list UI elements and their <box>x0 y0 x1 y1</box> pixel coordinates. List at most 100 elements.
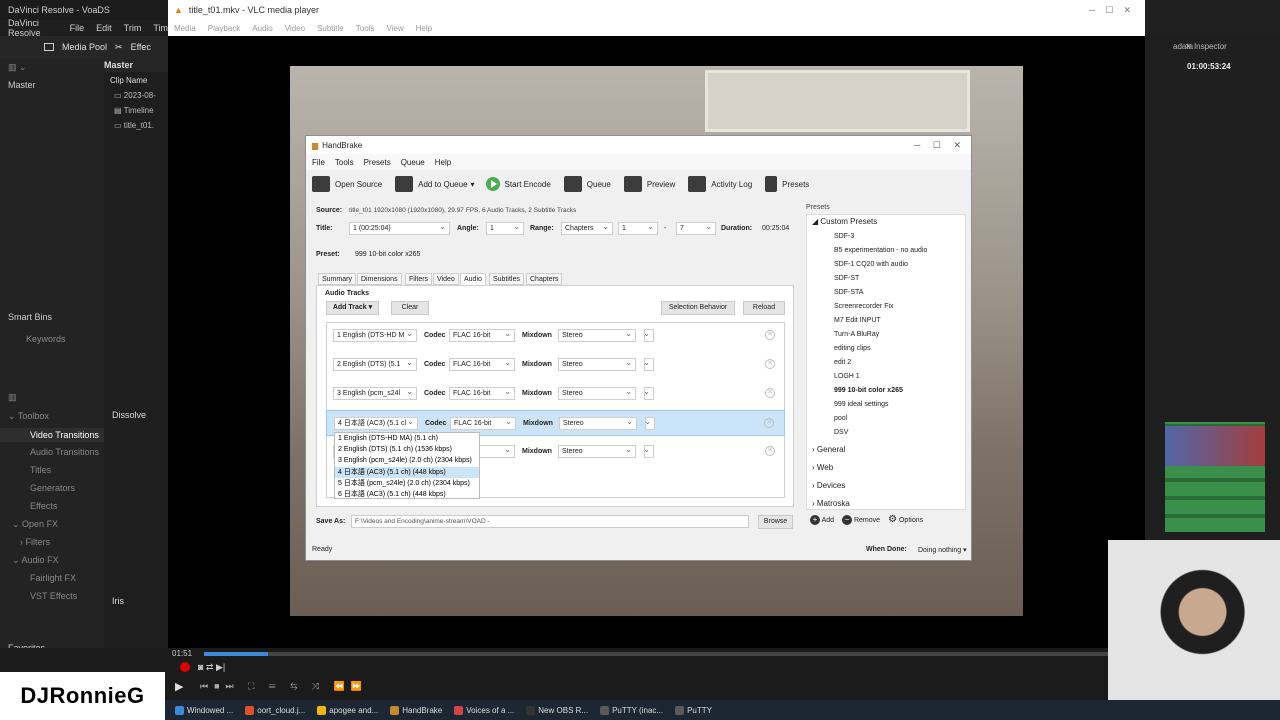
angle-select[interactable]: 1 <box>486 222 524 235</box>
track-codec-select[interactable]: FLAC 16-bit <box>449 358 515 371</box>
preset-item[interactable]: LOGH 1 <box>834 373 860 380</box>
effects-tree-audio-transitions[interactable]: Audio Transitions <box>30 447 99 457</box>
hb-menu-file[interactable]: File <box>312 158 325 167</box>
open-source-button[interactable]: Open Source <box>335 180 382 189</box>
remove-track-icon[interactable]: ✕ <box>765 446 775 456</box>
tab-audio[interactable]: Audio <box>460 273 486 285</box>
effects-tree-effects[interactable]: Effects <box>30 501 57 511</box>
resolve-menu-edit[interactable]: Edit <box>96 23 112 33</box>
tab-filters[interactable]: Filters <box>405 273 433 285</box>
dropdown-option[interactable]: 6 日本語 (AC3) (5.1 ch) (448 kbps) <box>335 489 479 500</box>
tab-video[interactable]: Video <box>433 273 459 285</box>
effects-tree-open-fx[interactable]: ⌄ Open FX <box>12 519 58 530</box>
preset-item[interactable]: pool <box>834 415 847 422</box>
when-done-select[interactable]: Doing nothing ▾ <box>918 546 967 554</box>
start-encode-button[interactable]: Start Encode <box>505 180 551 189</box>
preset-item[interactable]: SDF-3 <box>834 233 854 240</box>
audio-track-row[interactable]: 3 English (pcm_s24l CodecFLAC 16-bit Mixdo… <box>326 381 785 407</box>
handbrake-window-controls[interactable]: ─ ☐ ✕ <box>914 140 961 151</box>
dropdown-option[interactable]: 4 日本語 (AC3) (5.1 ch) (448 kbps) <box>335 466 479 478</box>
track-mixdown-select[interactable]: Stereo <box>559 417 637 430</box>
snapshot-button[interactable]: ◙ ⇄ ▶| <box>198 662 225 673</box>
keywords-bin[interactable]: Keywords <box>26 334 66 344</box>
vlc-menu-playback[interactable]: Playback <box>208 24 240 33</box>
save-as-field[interactable]: F:\Videos and Encoding\anime-stream\VOAD… <box>351 515 749 528</box>
track-mixdown-select[interactable]: Stereo <box>558 445 636 458</box>
clear-button[interactable]: Clear <box>391 301 429 315</box>
tab-dimensions[interactable]: Dimensions <box>357 273 402 285</box>
record-button[interactable] <box>180 662 190 672</box>
resolve-menu-timeline[interactable]: Tim <box>153 23 168 33</box>
add-track-button[interactable]: Add Track ▾ <box>326 301 379 315</box>
preset-item[interactable]: Turn-A BluRay <box>834 331 879 338</box>
taskbar-item[interactable]: New OBS R... <box>523 705 591 715</box>
clip-item[interactable]: ▭ 2023-08- <box>114 91 156 100</box>
inspector-tab[interactable]: ✕ Inspector <box>1185 42 1227 51</box>
play-button[interactable]: ▶ <box>175 680 183 693</box>
preset-item[interactable]: Screenrecorder Fix <box>834 303 894 310</box>
master-bin[interactable]: Master <box>8 80 36 90</box>
effects-tree-video-transitions[interactable]: Video Transitions <box>0 428 104 442</box>
preset-remove-button[interactable]: − Remove <box>842 514 880 525</box>
range-select[interactable]: Chapters <box>561 222 613 235</box>
resolve-menu-trim[interactable]: Trim <box>124 23 142 33</box>
track-expand-toggle[interactable] <box>644 329 654 342</box>
taskbar-item[interactable]: Voices of a ... <box>451 705 517 715</box>
preset-item[interactable]: 999 ideal settings <box>834 401 888 408</box>
effects-button[interactable]: Effec <box>131 42 151 52</box>
preset-item[interactable]: SDF-STA <box>834 289 863 296</box>
hb-menu-presets[interactable]: Presets <box>364 158 391 167</box>
track-codec-select[interactable]: FLAC 16-bit <box>449 387 515 400</box>
remove-track-icon[interactable]: ✕ <box>765 388 775 398</box>
preset-options-button[interactable]: ⚙ Options <box>888 514 923 525</box>
taskbar-item[interactable]: oort_cloud.j... <box>242 705 308 715</box>
hb-menu-help[interactable]: Help <box>435 158 451 167</box>
remove-track-icon[interactable]: ✕ <box>764 418 774 428</box>
hb-menu-tools[interactable]: Tools <box>335 158 354 167</box>
preset-item[interactable]: M7 Edit INPUT <box>834 317 881 324</box>
presets-button[interactable]: Presets <box>782 180 809 189</box>
vlc-menu-help[interactable]: Help <box>416 24 432 33</box>
preset-item[interactable]: SDF-ST <box>834 275 859 282</box>
taskbar-item[interactable]: HandBrake <box>387 705 445 715</box>
track-expand-toggle[interactable] <box>644 387 654 400</box>
audio-track-row[interactable]: 2 English (DTS) (5.1 CodecFLAC 16-bit Mixd… <box>326 352 785 378</box>
effects-tree-vst-effects[interactable]: VST Effects <box>30 591 77 601</box>
toolbox-item[interactable]: ⌄ Toolbox <box>8 411 49 422</box>
effects-tree-fairlight-fx[interactable]: Fairlight FX <box>30 573 76 583</box>
tab-chapters[interactable]: Chapters <box>526 273 563 285</box>
reload-button[interactable]: Reload <box>743 301 785 315</box>
track-source-select[interactable]: 2 English (DTS) (5.1 <box>333 358 417 371</box>
tab-subtitles[interactable]: Subtitles <box>489 273 524 285</box>
track-expand-toggle[interactable] <box>644 358 654 371</box>
vlc-menu-audio[interactable]: Audio <box>252 24 272 33</box>
track-mixdown-select[interactable]: Stereo <box>558 358 636 371</box>
clip-item[interactable]: ▭ title_t01. <box>114 121 154 130</box>
remove-track-icon[interactable]: ✕ <box>765 330 775 340</box>
hb-menu-queue[interactable]: Queue <box>401 158 425 167</box>
range-start-select[interactable]: 1 <box>618 222 658 235</box>
track-expand-toggle[interactable] <box>645 417 655 430</box>
effects-tree-generators[interactable]: Generators <box>30 483 75 493</box>
effects-tree-titles[interactable]: Titles <box>30 465 51 475</box>
preset-group-web[interactable]: › Web <box>812 463 833 472</box>
preset-group-devices[interactable]: › Devices <box>812 481 845 490</box>
selection-behavior-button[interactable]: Selection Behavior <box>661 301 735 315</box>
chevron-down-icon[interactable]: ▾ <box>471 180 475 189</box>
panel-toggle-icon-2[interactable]: ▥ <box>8 392 17 403</box>
resolve-menu-file[interactable]: File <box>70 23 85 33</box>
taskbar-item[interactable]: PuTTY <box>672 705 715 715</box>
track-expand-toggle[interactable] <box>644 445 654 458</box>
audio-track-row[interactable]: 1 English (DTS-HD M CodecFLAC 16-bit Mixdo… <box>326 323 785 349</box>
track-source-select[interactable]: 1 English (DTS-HD M <box>333 329 417 342</box>
taskbar-item[interactable]: PuTTY (inac... <box>597 705 666 715</box>
dropdown-option[interactable]: 5 日本語 (pcm_s24le) (2.0 ch) (2304 kbps) <box>335 478 479 489</box>
vlc-menu-subtitle[interactable]: Subtitle <box>317 24 344 33</box>
vlc-menu-video[interactable]: Video <box>285 24 305 33</box>
browse-button[interactable]: Browse <box>758 515 793 529</box>
track-codec-select[interactable]: FLAC 16-bit <box>450 417 516 430</box>
preset-add-button[interactable]: + Add <box>810 514 834 525</box>
media-pool-button[interactable]: Media Pool <box>62 42 107 52</box>
vlc-menu-media[interactable]: Media <box>174 24 196 33</box>
dropdown-option[interactable]: 3 English (pcm_s24le) (2.0 ch) (2304 kbp… <box>335 455 479 466</box>
